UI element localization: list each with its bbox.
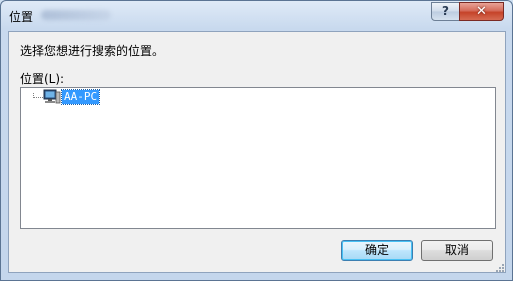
blurred-title-region	[41, 10, 111, 20]
dialog-body: 选择您想进行搜索的位置。 位置(L): AA-PC 确定 取消	[8, 31, 506, 273]
window-title: 位置	[9, 10, 34, 24]
dialog-window: 位置 ? ✕ 选择您想进行搜索的位置。 位置(L): AA-PC 确定 取消	[0, 0, 513, 281]
title-bar[interactable]: 位置 ? ✕	[1, 1, 512, 31]
close-button[interactable]: ✕	[459, 2, 504, 21]
computer-icon	[43, 89, 61, 104]
tree-item-label[interactable]: AA-PC	[60, 89, 101, 105]
location-tree[interactable]: AA-PC	[20, 87, 496, 229]
help-button[interactable]: ?	[431, 2, 460, 21]
cancel-button[interactable]: 取消	[421, 240, 493, 261]
instruction-text: 选择您想进行搜索的位置。	[20, 44, 165, 58]
location-label: 位置(L):	[20, 72, 65, 86]
ok-button[interactable]: 确定	[341, 240, 413, 261]
resize-grip-icon[interactable]	[494, 262, 505, 273]
